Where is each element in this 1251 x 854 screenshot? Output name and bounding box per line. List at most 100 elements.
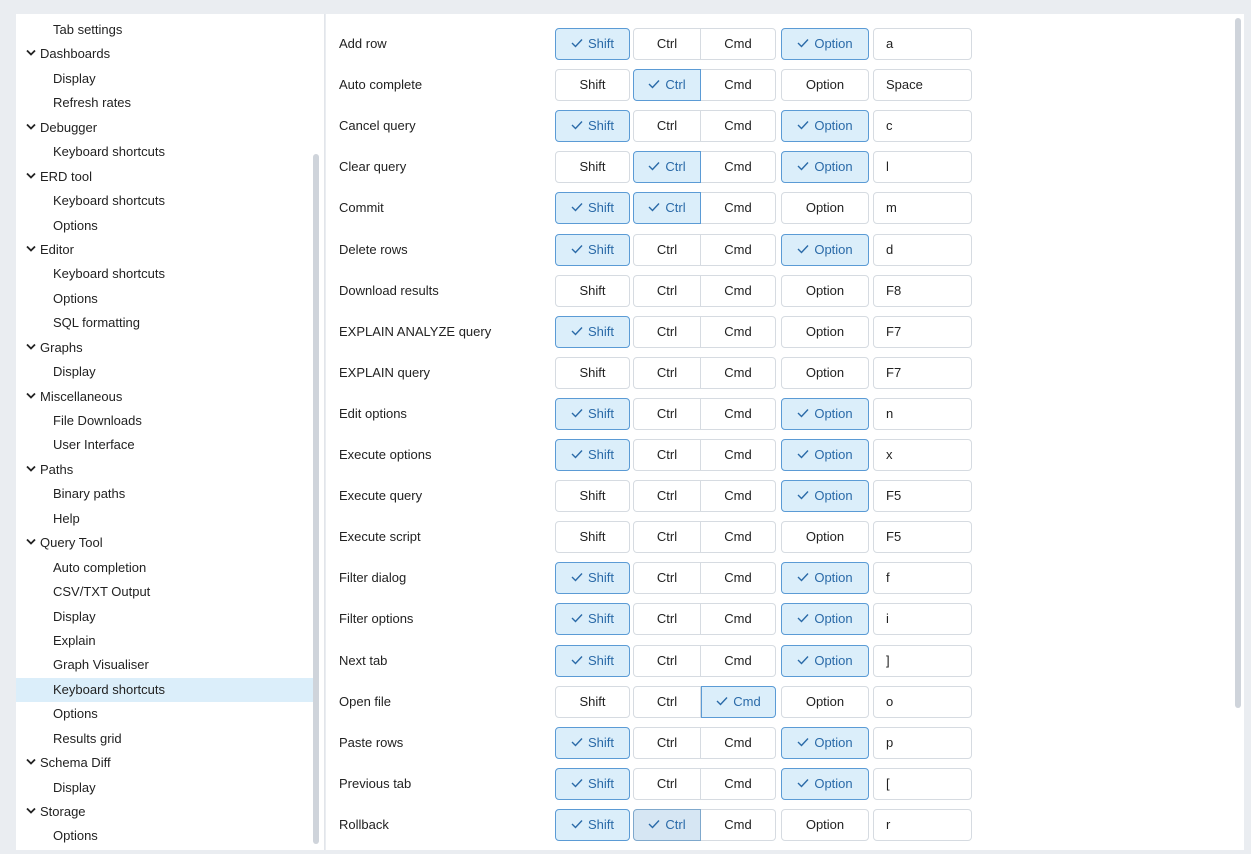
tree-group-graphs[interactable]: Graphs — [16, 336, 316, 360]
chevron-down-icon[interactable] — [24, 337, 38, 350]
tree-item-file-downloads[interactable]: File Downloads — [16, 409, 316, 433]
ctrl-toggle-button[interactable]: Ctrl — [633, 315, 701, 348]
tree-scrollbar[interactable] — [313, 154, 319, 844]
option-toggle-button[interactable]: Option — [781, 151, 869, 184]
option-toggle-button[interactable]: Option — [781, 192, 869, 225]
key-input[interactable]: F8 — [873, 274, 972, 307]
shift-toggle-button[interactable]: Shift — [555, 685, 630, 718]
option-toggle-button[interactable]: Option — [781, 110, 869, 143]
option-toggle-button[interactable]: Option — [781, 644, 869, 677]
ctrl-toggle-button[interactable]: Ctrl — [633, 521, 701, 554]
shift-toggle-button[interactable]: Shift — [555, 480, 630, 513]
key-input[interactable]: x — [873, 439, 972, 471]
tree-item-keyboard-shortcuts[interactable]: Keyboard shortcuts — [16, 677, 316, 703]
option-toggle-button[interactable]: Option — [781, 315, 869, 348]
shift-toggle-button[interactable]: Shift — [555, 192, 630, 225]
key-input[interactable]: o — [873, 685, 972, 718]
chevron-down-icon[interactable] — [24, 117, 38, 130]
key-input[interactable]: i — [873, 603, 972, 636]
key-input[interactable]: [ — [873, 767, 972, 800]
tree-item-sql-formatting[interactable]: SQL formatting — [16, 311, 316, 335]
tree-item-options[interactable]: Options — [16, 214, 316, 238]
shift-toggle-button[interactable]: Shift — [555, 28, 630, 60]
ctrl-toggle-button[interactable]: Ctrl — [633, 726, 701, 759]
tree-item-results-grid[interactable]: Results grid — [16, 727, 316, 751]
key-input[interactable]: c — [873, 110, 972, 143]
ctrl-toggle-button[interactable]: Ctrl — [633, 233, 701, 266]
cmd-toggle-button[interactable]: Cmd — [701, 685, 776, 718]
ctrl-toggle-button[interactable]: Ctrl — [633, 397, 701, 430]
key-input[interactable]: a — [873, 28, 972, 60]
ctrl-toggle-button[interactable]: Ctrl — [633, 562, 701, 595]
key-input[interactable]: r — [873, 808, 972, 841]
cmd-toggle-button[interactable]: Cmd — [701, 110, 776, 143]
option-toggle-button[interactable]: Option — [781, 356, 869, 389]
ctrl-toggle-button[interactable]: Ctrl — [633, 603, 701, 636]
ctrl-toggle-button[interactable]: Ctrl — [633, 151, 701, 184]
option-toggle-button[interactable]: Option — [781, 397, 869, 430]
option-toggle-button[interactable]: Option — [781, 521, 869, 554]
option-toggle-button[interactable]: Option — [781, 233, 869, 266]
cmd-toggle-button[interactable]: Cmd — [701, 808, 776, 841]
cmd-toggle-button[interactable]: Cmd — [701, 644, 776, 677]
cmd-toggle-button[interactable]: Cmd — [701, 28, 776, 60]
cmd-toggle-button[interactable]: Cmd — [701, 480, 776, 513]
chevron-down-icon[interactable] — [24, 166, 38, 179]
tree-item-display[interactable]: Display — [16, 67, 316, 91]
ctrl-toggle-button[interactable]: Ctrl — [633, 110, 701, 143]
chevron-down-icon[interactable] — [24, 752, 38, 765]
option-toggle-button[interactable]: Option — [781, 69, 869, 102]
chevron-down-icon[interactable] — [24, 801, 38, 814]
cmd-toggle-button[interactable]: Cmd — [701, 397, 776, 430]
shift-toggle-button[interactable]: Shift — [555, 110, 630, 143]
tree-item-display[interactable]: Display — [16, 360, 316, 384]
shift-toggle-button[interactable]: Shift — [555, 603, 630, 636]
tree-group-editor[interactable]: Editor — [16, 238, 316, 262]
tree-item-keyboard-shortcuts[interactable]: Keyboard shortcuts — [16, 140, 316, 164]
key-input[interactable]: Space — [873, 69, 972, 102]
tree-item-binary-paths[interactable]: Binary paths — [16, 482, 316, 506]
cmd-toggle-button[interactable]: Cmd — [701, 562, 776, 595]
ctrl-toggle-button[interactable]: Ctrl — [633, 808, 701, 841]
tree-item-display[interactable]: Display — [16, 776, 316, 800]
ctrl-toggle-button[interactable]: Ctrl — [633, 274, 701, 307]
tree-item-options[interactable]: Options — [16, 702, 316, 726]
key-input[interactable]: F7 — [873, 315, 972, 348]
key-input[interactable]: ] — [873, 644, 972, 677]
ctrl-toggle-button[interactable]: Ctrl — [633, 439, 701, 471]
chevron-down-icon[interactable] — [24, 386, 38, 399]
cmd-toggle-button[interactable]: Cmd — [701, 356, 776, 389]
tree-group-query-tool[interactable]: Query Tool — [16, 531, 316, 555]
tree-group-miscellaneous[interactable]: Miscellaneous — [16, 385, 316, 409]
option-toggle-button[interactable]: Option — [781, 767, 869, 800]
key-input[interactable]: f — [873, 562, 972, 595]
shift-toggle-button[interactable]: Shift — [555, 644, 630, 677]
shift-toggle-button[interactable]: Shift — [555, 233, 630, 266]
chevron-down-icon[interactable] — [24, 239, 38, 252]
key-input[interactable]: F5 — [873, 521, 972, 554]
shift-toggle-button[interactable]: Shift — [555, 356, 630, 389]
tree-item-help[interactable]: Help — [16, 507, 316, 531]
tree-item-explain[interactable]: Explain — [16, 629, 316, 653]
ctrl-toggle-button[interactable]: Ctrl — [633, 767, 701, 800]
option-toggle-button[interactable]: Option — [781, 274, 869, 307]
tree-group-storage[interactable]: Storage — [16, 800, 316, 824]
tree-item-refresh-rates[interactable]: Refresh rates — [16, 91, 316, 115]
tree-group-paths[interactable]: Paths — [16, 458, 316, 482]
key-input[interactable]: m — [873, 192, 972, 225]
ctrl-toggle-button[interactable]: Ctrl — [633, 28, 701, 60]
tree-item-keyboard-shortcuts[interactable]: Keyboard shortcuts — [16, 189, 316, 213]
cmd-toggle-button[interactable]: Cmd — [701, 151, 776, 184]
key-input[interactable]: l — [873, 151, 972, 184]
ctrl-toggle-button[interactable]: Ctrl — [633, 192, 701, 225]
shift-toggle-button[interactable]: Shift — [555, 726, 630, 759]
shift-toggle-button[interactable]: Shift — [555, 397, 630, 430]
tree-item-keyboard-shortcuts[interactable]: Keyboard shortcuts — [16, 262, 316, 286]
tree-item-display[interactable]: Display — [16, 605, 316, 629]
cmd-toggle-button[interactable]: Cmd — [701, 192, 776, 225]
chevron-down-icon[interactable] — [24, 532, 38, 545]
content-scrollbar[interactable] — [1235, 18, 1241, 708]
shift-toggle-button[interactable]: Shift — [555, 151, 630, 184]
cmd-toggle-button[interactable]: Cmd — [701, 767, 776, 800]
tree-item-graph-visualiser[interactable]: Graph Visualiser — [16, 653, 316, 677]
